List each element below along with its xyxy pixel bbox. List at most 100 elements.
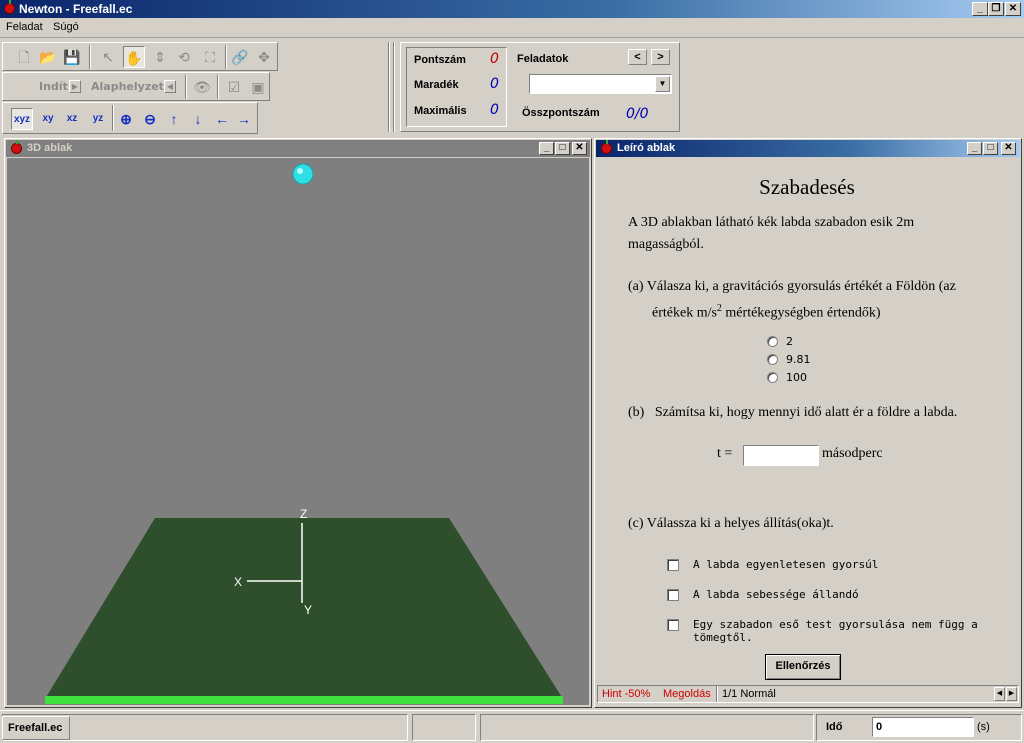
desc-title: Leíró ablak: [617, 142, 676, 154]
view3d-title-bar: 3D ablak _ □ ✕: [6, 140, 590, 157]
pointer-icon[interactable]: ↖: [97, 46, 119, 68]
axis-x-label: X: [234, 575, 242, 589]
qa-units-pre: értékek m/s: [652, 305, 717, 321]
status-bar: Freefall.ec Idő (s): [0, 710, 1024, 743]
save-icon[interactable]: 💾: [61, 46, 83, 68]
total-value: 0/0: [626, 106, 649, 122]
restore-button[interactable]: ❐: [988, 2, 1004, 16]
option-radio-2[interactable]: [767, 354, 778, 365]
menu-sugo[interactable]: Súgó: [53, 21, 79, 33]
check-button[interactable]: Ellenőrzés: [765, 654, 841, 680]
window-icon[interactable]: ▣: [247, 76, 269, 98]
desc-window: Leíró ablak _ □ ✕ Szabadesés A 3D ablakb…: [594, 138, 1022, 708]
arrow-right-icon[interactable]: →: [233, 108, 255, 130]
max-value: 0: [490, 102, 499, 118]
option-radio-1[interactable]: [767, 336, 778, 347]
scroll-left-icon[interactable]: ◀: [994, 687, 1005, 701]
reset-icon[interactable]: ◀: [164, 80, 176, 93]
status-file-tab[interactable]: Freefall.ec: [2, 716, 70, 740]
total-label: Összpontszám: [522, 107, 600, 119]
score-panel: Pontszám 0 Maradék 0 Maximális 0 Feladat…: [400, 42, 680, 132]
pan-icon[interactable]: ✥: [253, 46, 275, 68]
desc-close-button[interactable]: ✕: [1001, 142, 1016, 155]
time-answer-input[interactable]: [743, 445, 819, 466]
view3d-close-button[interactable]: ✕: [572, 142, 587, 155]
desc-maximize-button[interactable]: □: [983, 142, 998, 155]
view3d-maximize-button[interactable]: □: [555, 142, 570, 155]
menu-feladat[interactable]: Feladat: [6, 21, 43, 33]
chevron-down-icon[interactable]: ▼: [655, 76, 670, 92]
view3d-apple-icon: [11, 140, 22, 154]
toolbar-row-1: 🗋 📂 💾 ↖ ✋ ⇕ ⟲ ⛶ 🔗 ✥: [2, 42, 278, 71]
status-panel-2: [412, 714, 476, 741]
points-value: 0: [490, 51, 499, 67]
app-apple-icon: [4, 0, 15, 14]
arrow-down-icon[interactable]: ↓: [187, 108, 209, 130]
rotate-icon[interactable]: ⟲: [173, 46, 195, 68]
axis-y-label: Y: [304, 603, 312, 617]
hint-label[interactable]: Hint -50%: [602, 688, 650, 700]
minimize-button[interactable]: _: [972, 2, 988, 16]
page-label: 1/1 Normál: [722, 688, 776, 700]
time-label: Idő: [826, 721, 843, 733]
menu-bar: Feladat Súgó: [0, 18, 1024, 38]
scene-canvas[interactable]: Z X Y: [7, 158, 589, 705]
desc-apple-icon: [601, 140, 612, 154]
points-label: Pontszám: [414, 54, 466, 66]
view3d-title: 3D ablak: [27, 142, 73, 154]
option-radio-3[interactable]: [767, 372, 778, 383]
view-xz-icon[interactable]: xz: [61, 108, 83, 130]
question-a-line-1: (a) Válasza ki, a gravitációs gyorsulás …: [628, 279, 956, 294]
view3d-minimize-button[interactable]: _: [539, 142, 554, 155]
check-2[interactable]: [667, 589, 679, 601]
remaining-value: 0: [490, 76, 499, 92]
zoom-out-icon[interactable]: ⊖: [139, 108, 161, 130]
view-xyz-icon[interactable]: xyz: [11, 108, 33, 130]
check-1[interactable]: [667, 559, 679, 571]
reset-label[interactable]: Alaphelyzet: [91, 80, 164, 93]
start-label[interactable]: Indít: [39, 80, 68, 93]
desc-title-bar: Leíró ablak _ □ ✕: [596, 140, 1020, 157]
new-file-icon[interactable]: 🗋: [13, 46, 35, 68]
arrow-up-icon[interactable]: ↑: [163, 108, 185, 130]
desc-heading: Szabadesés: [759, 175, 855, 199]
toolbar-row-3: xyz xy xz yz ⊕ ⊖ ↑ ↓ ← →: [2, 102, 258, 134]
toolbar-row-2: Indít ▶ Alaphelyzet ◀ 👁 ☑ ▣: [2, 72, 270, 101]
qa-units-post: mértékegységben értendők): [721, 305, 881, 321]
view-xy-icon[interactable]: xy: [37, 108, 59, 130]
view-yz-icon[interactable]: yz: [87, 108, 109, 130]
close-button[interactable]: ✕: [1005, 2, 1021, 16]
prev-task-button[interactable]: <: [628, 49, 647, 65]
open-folder-icon[interactable]: 📂: [37, 46, 59, 68]
check-label-1: A labda egyenletesen gyorsúl: [693, 558, 879, 571]
question-c: (c) Válassza ki a helyes állítás(oka)t.: [628, 516, 834, 531]
t-unit: másodperc: [822, 446, 883, 461]
next-task-button[interactable]: >: [651, 49, 670, 65]
arrow-left-icon[interactable]: ←: [211, 108, 233, 130]
desc-minimize-button[interactable]: _: [967, 142, 982, 155]
time-field[interactable]: [872, 717, 974, 737]
move-vertical-icon[interactable]: ⇕: [149, 46, 171, 68]
time-unit: (s): [977, 721, 990, 733]
scroll-right-icon[interactable]: ▶: [1006, 687, 1017, 701]
desc-status-bar: Hint -50% Megoldás 1/1 Normál ◀ ▶: [597, 685, 1019, 703]
eye-icon[interactable]: 👁: [191, 76, 213, 98]
link-icon[interactable]: 🔗: [229, 46, 251, 68]
axis-z-label: Z: [300, 507, 307, 521]
option-label-2: 9.81: [786, 353, 811, 366]
task-select[interactable]: ▼: [529, 74, 672, 94]
fit-view-icon[interactable]: ⛶: [199, 46, 221, 68]
option-label-1: 2: [786, 335, 793, 348]
hand-icon[interactable]: ✋: [123, 46, 145, 68]
check-3[interactable]: [667, 619, 679, 631]
zoom-in-icon[interactable]: ⊕: [115, 108, 137, 130]
app-title-bar: Newton - Freefall.ec _ ❐ ✕: [0, 0, 1024, 18]
solution-label[interactable]: Megoldás: [663, 688, 711, 700]
remaining-label: Maradék: [414, 79, 459, 91]
question-a-line-2: értékek m/s2 mértékegységben értendők): [652, 303, 881, 322]
properties-icon[interactable]: ☑: [223, 76, 245, 98]
app-title: Newton - Freefall.ec: [19, 2, 133, 16]
play-icon[interactable]: ▶: [69, 80, 81, 93]
option-label-3: 100: [786, 371, 807, 384]
question-b: (b) Számítsa ki, hogy mennyi idő alatt é…: [628, 405, 958, 420]
